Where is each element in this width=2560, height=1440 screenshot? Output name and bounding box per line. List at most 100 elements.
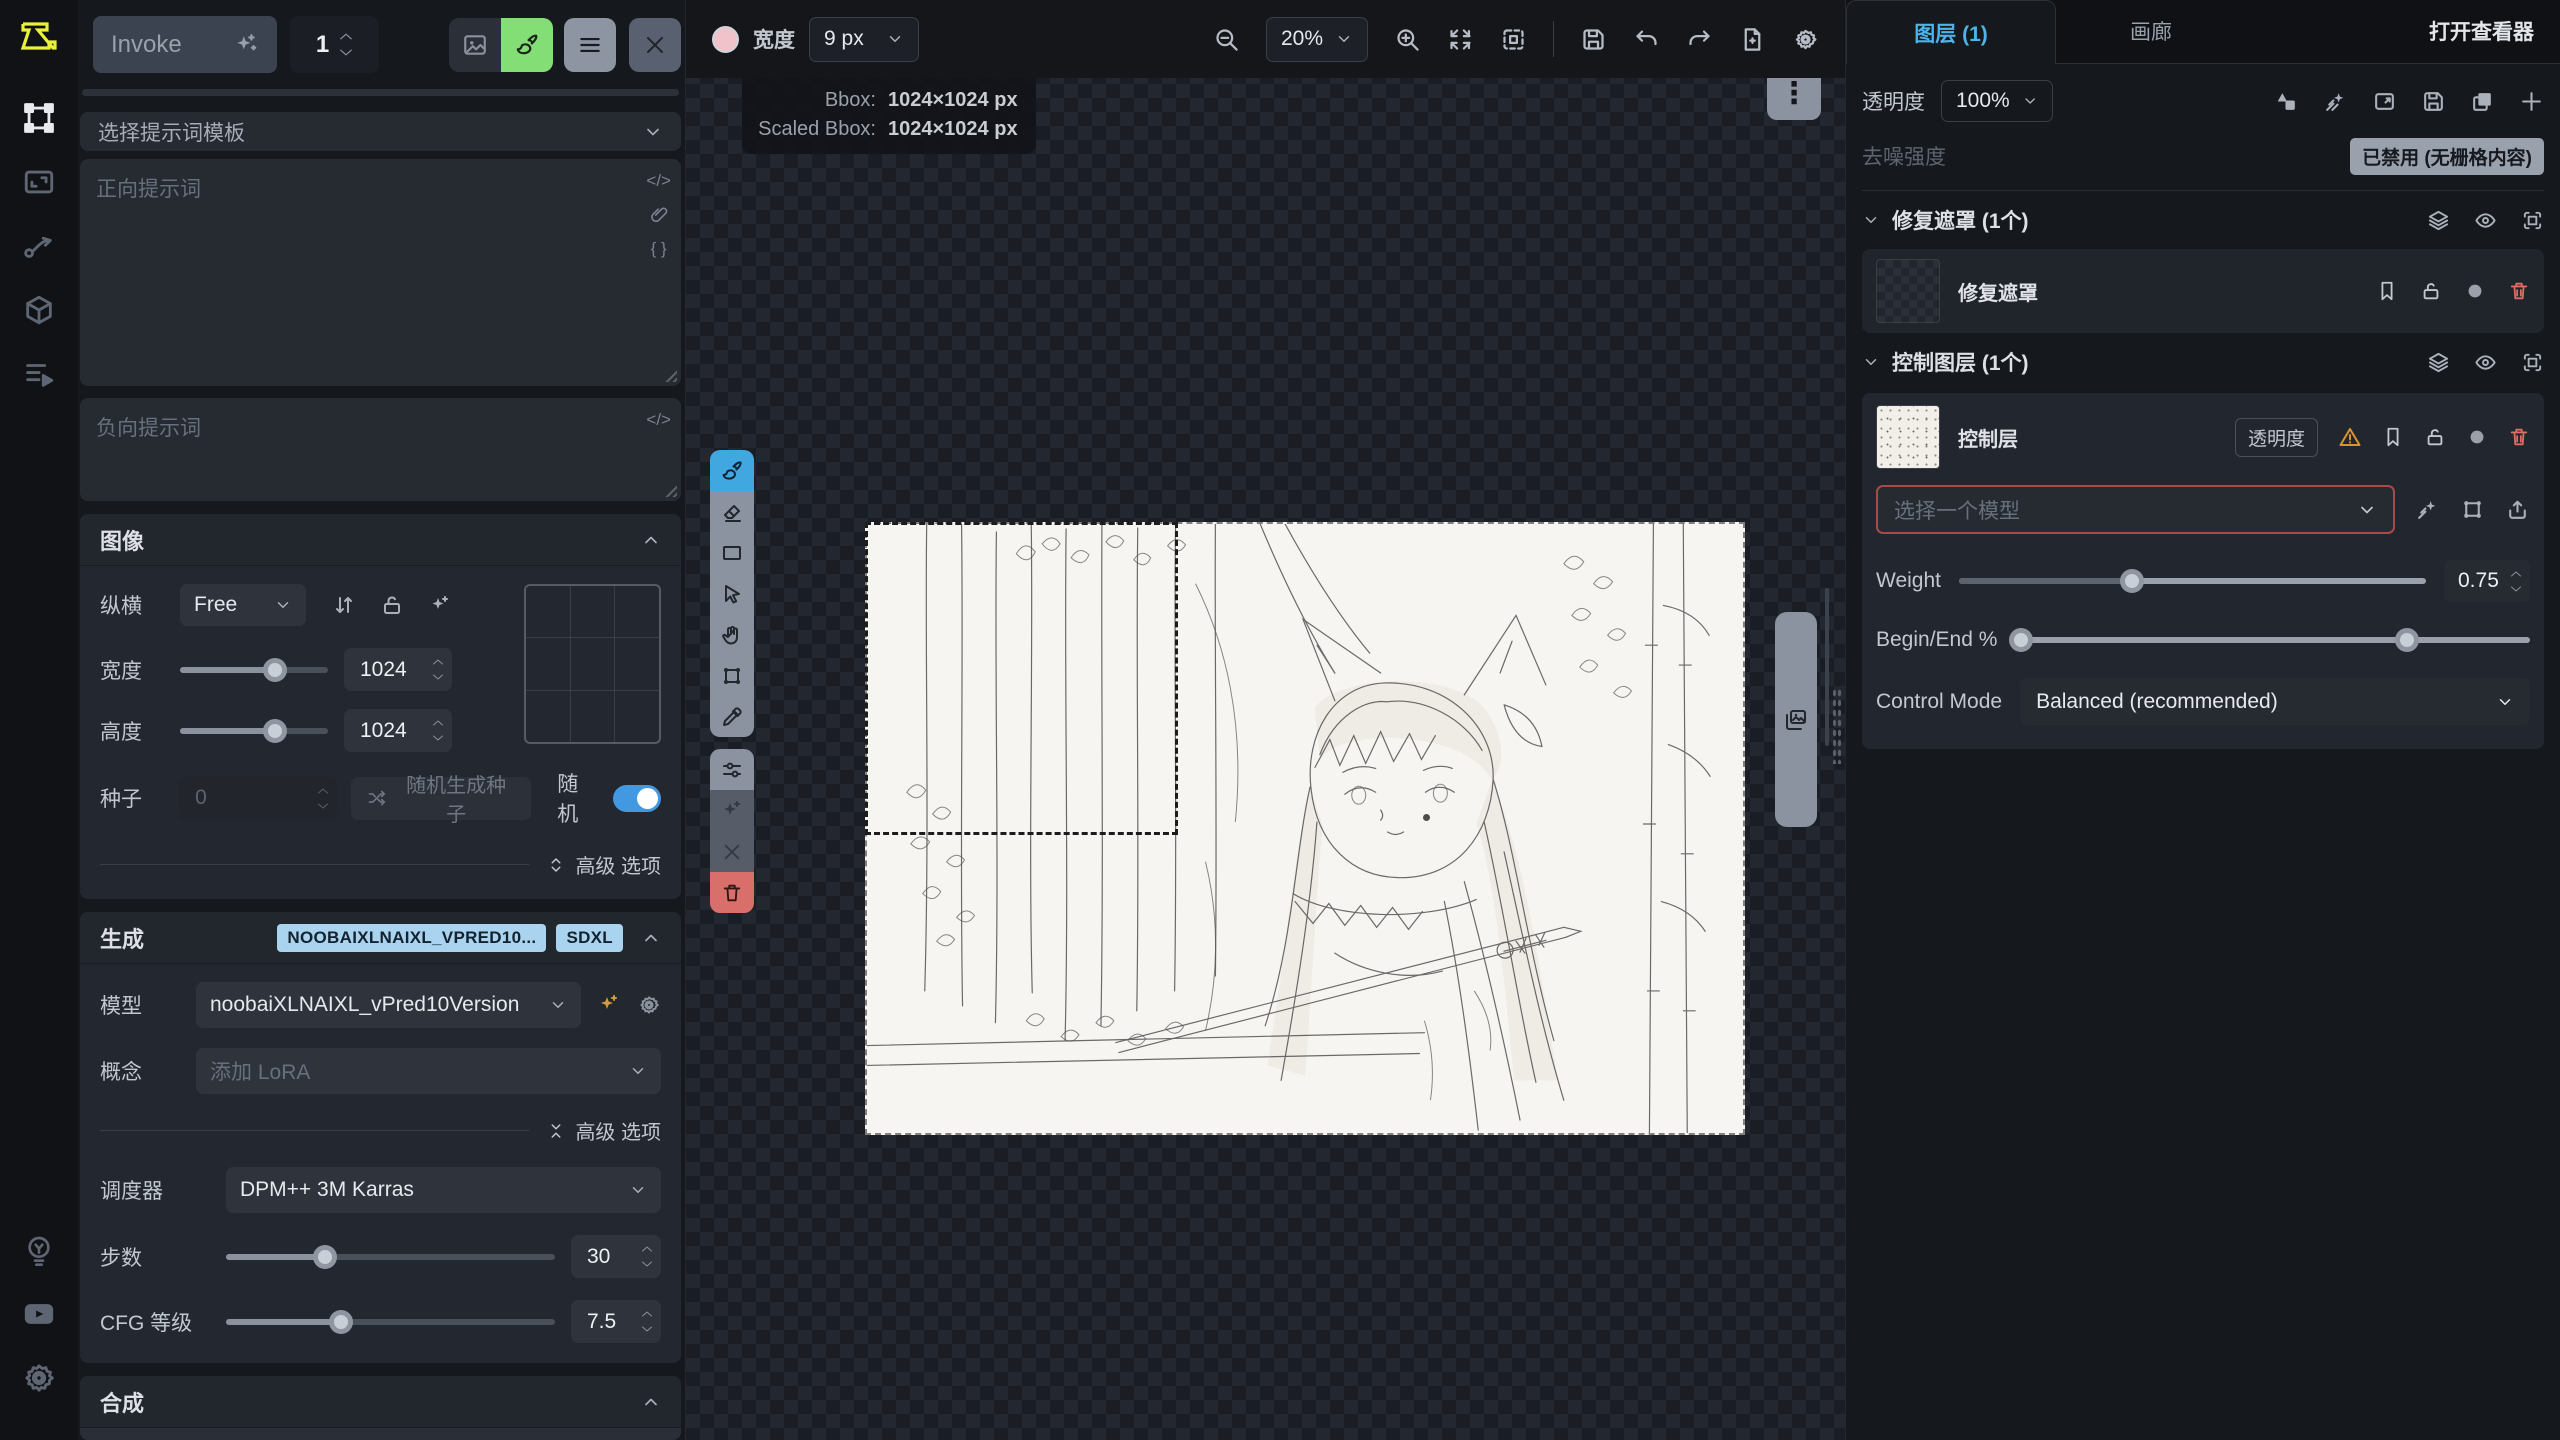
begin-end-slider[interactable]	[2015, 628, 2530, 652]
tab-gallery[interactable]: 画廊	[2056, 0, 2246, 63]
color-dot-icon[interactable]	[2466, 426, 2488, 448]
tab-layers[interactable]: 图层 (1)	[1846, 0, 2056, 64]
seed-input[interactable]: 0	[179, 777, 337, 820]
lock-icon[interactable]	[2420, 280, 2442, 302]
cfg-steppers[interactable]	[641, 1310, 653, 1333]
steps-input[interactable]: 30	[571, 1235, 661, 1278]
canvas-artwork[interactable]	[865, 522, 1745, 1135]
rect-tool-button[interactable]	[710, 532, 754, 573]
invoke-logo-icon[interactable]	[17, 14, 61, 58]
group-visibility-button[interactable]	[2474, 351, 2497, 374]
new-session-button[interactable]	[1739, 26, 1766, 53]
brush-width-select[interactable]: 9 px	[809, 17, 919, 62]
viewer-mode-button[interactable]	[449, 18, 501, 72]
zoom-out-button[interactable]	[1213, 26, 1240, 53]
filter-tool-button[interactable]	[710, 749, 754, 790]
color-dot-icon[interactable]	[2464, 280, 2486, 302]
steps-steppers[interactable]	[641, 1245, 653, 1268]
open-viewer-button[interactable]: 打开查看器	[2429, 0, 2560, 63]
height-input[interactable]: 1024	[344, 709, 452, 752]
inpaint-mask-group-header[interactable]: 修复遮罩 (1个)	[1862, 191, 2544, 249]
duplicate-layer-button[interactable]	[2470, 89, 2495, 114]
canvas-settings-button[interactable]	[1792, 26, 1819, 53]
move-tool-button[interactable]	[710, 573, 754, 614]
eraser-tool-button[interactable]	[710, 491, 754, 532]
generation-advanced-toggle[interactable]: 高级 选项	[547, 1116, 661, 1145]
image-card-header[interactable]: 图像	[80, 514, 681, 566]
save-layer-button[interactable]	[2421, 89, 2446, 114]
pan-tool-button[interactable]	[710, 614, 754, 655]
height-steppers[interactable]	[432, 719, 444, 742]
zoom-in-button[interactable]	[1394, 26, 1421, 53]
scheduler-select[interactable]: DPM++ 3M Karras	[226, 1167, 661, 1213]
steps-slider[interactable]	[226, 1245, 555, 1269]
compositing-card-header[interactable]: 合成	[80, 1376, 681, 1428]
brush-color-swatch[interactable]	[712, 26, 739, 53]
upload-icon[interactable]	[2505, 497, 2530, 522]
end-handle[interactable]	[2395, 628, 2419, 652]
redo-button[interactable]	[1686, 26, 1713, 53]
seed-steppers[interactable]	[317, 787, 329, 810]
add-layer-button[interactable]	[2519, 89, 2544, 114]
paperclip-icon[interactable]	[649, 205, 669, 225]
group-blend-button[interactable]	[2427, 351, 2450, 374]
weight-steppers[interactable]	[2510, 570, 2522, 593]
menu-button[interactable]	[564, 18, 616, 72]
rail-canvas-tab[interactable]	[19, 98, 59, 138]
merge-layers-button[interactable]	[2274, 89, 2299, 114]
control-mode-select[interactable]: Balanced (recommended)	[2020, 678, 2530, 725]
rail-models-tab[interactable]	[19, 290, 59, 330]
trash-icon[interactable]	[2508, 280, 2530, 302]
control-model-select[interactable]: 选择一个模型	[1876, 485, 2395, 534]
enhance-button[interactable]	[2323, 89, 2348, 114]
swap-dimensions-icon[interactable]	[332, 593, 356, 617]
weight-input[interactable]: 0.75	[2444, 560, 2530, 602]
generation-bbox[interactable]	[865, 522, 1178, 835]
negative-prompt-input[interactable]: 负向提示词 </>	[80, 398, 681, 501]
group-isolate-button[interactable]	[2521, 351, 2544, 374]
prompt-template-select[interactable]: 选择提示词模板	[80, 112, 681, 151]
aspect-select[interactable]: Free	[180, 584, 306, 626]
lock-aspect-icon[interactable]	[380, 593, 404, 617]
opacity-select[interactable]: 100%	[1941, 80, 2053, 122]
gallery-panel-toggle[interactable]	[1775, 612, 1817, 827]
group-visibility-button[interactable]	[2474, 209, 2497, 232]
generation-card-header[interactable]: 生成 NOOBAIXLNAIXL_VPRED10... SDXL	[80, 912, 681, 964]
model-select[interactable]: noobaiXLNAIXL_vPred10Version	[196, 982, 581, 1028]
lock-icon[interactable]	[2424, 426, 2446, 448]
cfg-slider[interactable]	[226, 1310, 555, 1334]
inpaint-mask-layer-row[interactable]: 修复遮罩	[1862, 249, 2544, 333]
rail-upscaling-tab[interactable]	[19, 162, 59, 202]
eyedropper-tool-button[interactable]	[710, 696, 754, 737]
trash-icon[interactable]	[2508, 426, 2530, 448]
height-slider[interactable]	[180, 719, 328, 743]
begin-handle[interactable]	[2009, 628, 2033, 652]
cancel-button[interactable]	[710, 831, 754, 872]
braces-icon[interactable]: { }	[651, 239, 667, 259]
brush-tool-button[interactable]	[710, 450, 754, 491]
code-icon[interactable]: </>	[646, 410, 671, 430]
cfg-input[interactable]: 7.5	[571, 1300, 661, 1343]
panel-resize-handle[interactable]	[1832, 688, 1842, 764]
invoke-button[interactable]: Invoke	[93, 16, 277, 73]
weight-slider[interactable]	[1959, 569, 2426, 593]
image-advanced-toggle[interactable]: 高级 选项	[547, 850, 661, 879]
save-canvas-button[interactable]	[1580, 26, 1607, 53]
width-steppers[interactable]	[432, 658, 444, 681]
width-slider[interactable]	[180, 658, 328, 682]
rail-settings-button[interactable]	[19, 1358, 59, 1398]
rail-queue-tab[interactable]	[19, 354, 59, 394]
bbox-tool-button[interactable]	[710, 655, 754, 696]
close-panel-button[interactable]	[629, 18, 681, 72]
zoom-level-select[interactable]: 20%	[1266, 17, 1368, 62]
default-settings-icon[interactable]	[2415, 497, 2440, 522]
rail-support-button[interactable]	[19, 1230, 59, 1270]
iterations-arrows[interactable]	[339, 32, 353, 57]
rail-workflows-tab[interactable]	[19, 226, 59, 266]
randomize-seed-button[interactable]: 随机生成种子	[351, 777, 531, 820]
fit-to-screen-button[interactable]	[1447, 26, 1474, 53]
resize-handle[interactable]	[662, 482, 677, 497]
width-input[interactable]: 1024	[344, 648, 452, 691]
group-blend-button[interactable]	[2427, 209, 2450, 232]
positive-prompt-input[interactable]: 正向提示词 </> { }	[80, 159, 681, 386]
